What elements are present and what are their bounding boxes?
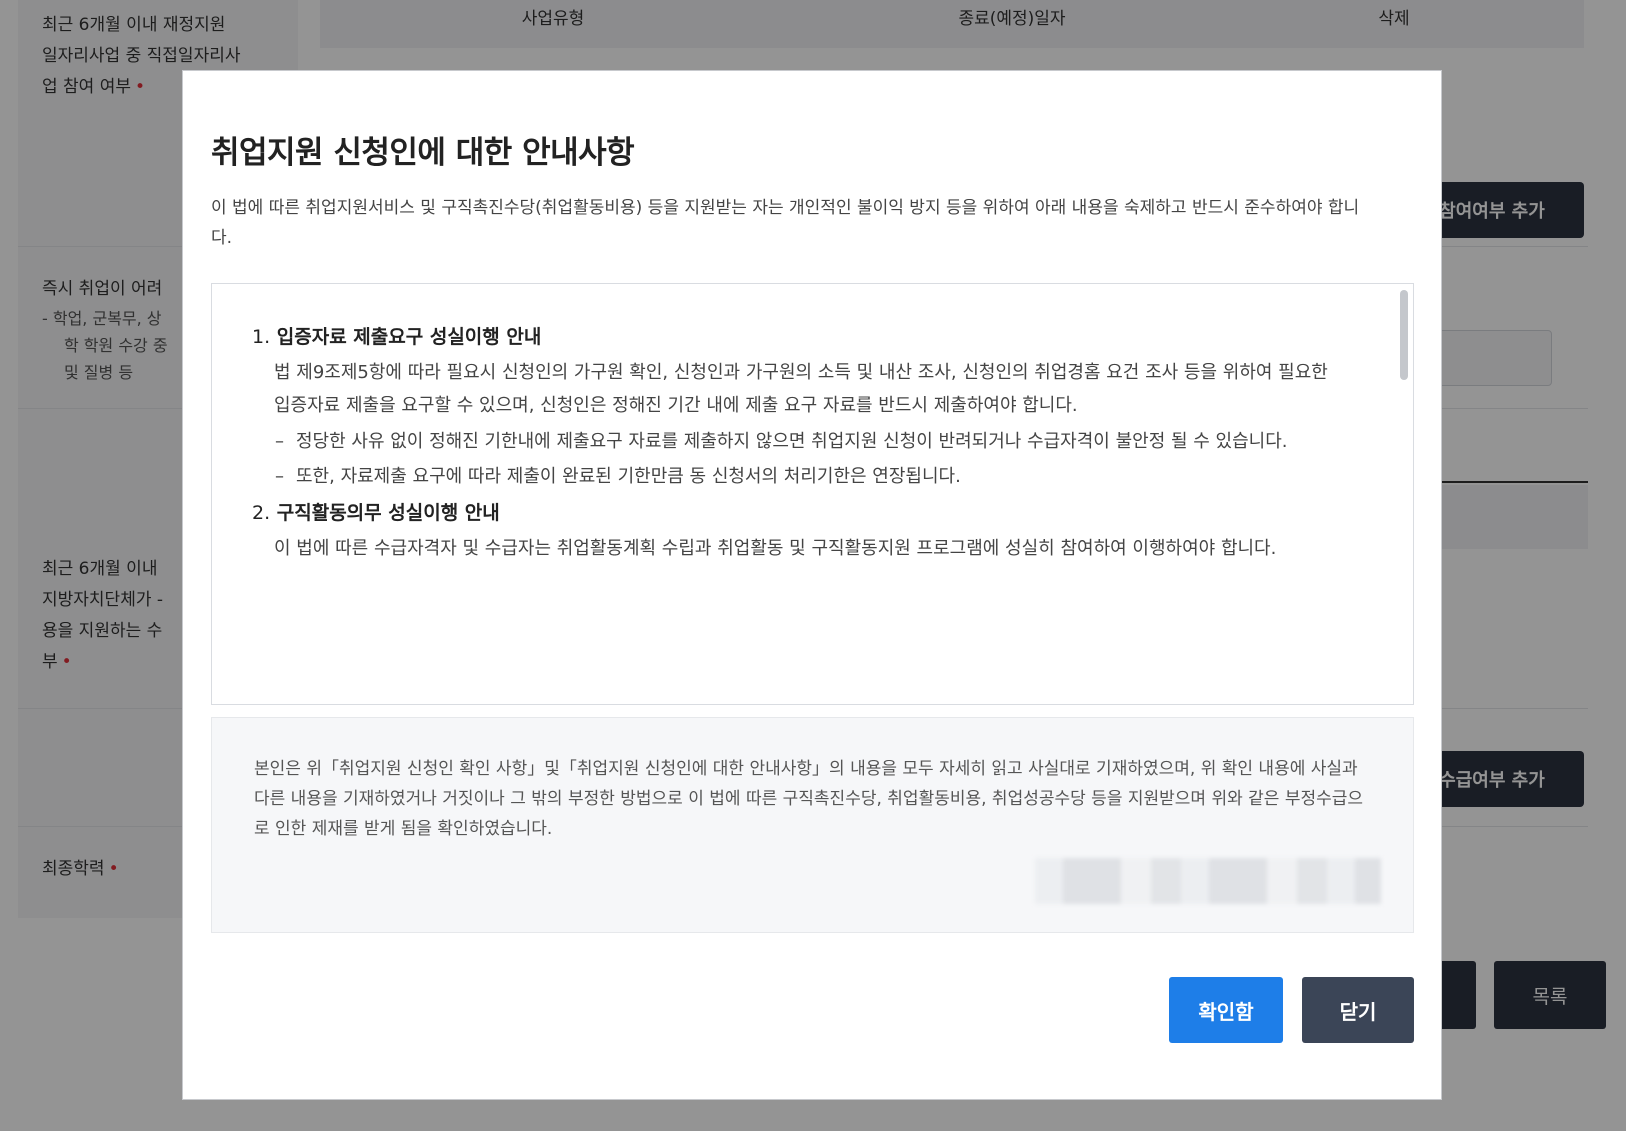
section-number: 1.	[252, 326, 271, 348]
bullet-text: 또한, 자료제출 요구에 따라 제출이 완료된 기한만큼 동 신청서의 처리기한…	[296, 466, 961, 487]
confirmation-statement: 본인은 위「취업지원 신청인 확인 사항」및「취업지원 신청인에 대한 안내사항…	[254, 759, 1364, 839]
modal-title: 취업지원 신청인에 대한 안내사항	[211, 135, 635, 171]
confirmation-box: 본인은 위「취업지원 신청인 확인 사항」및「취업지원 신청인에 대한 안내사항…	[211, 717, 1414, 933]
section-bullet: – 또한, 자료제출 요구에 따라 제출이 완료된 기한만큼 동 신청서의 처리…	[275, 461, 1337, 492]
close-button[interactable]: 닫기	[1302, 977, 1414, 1043]
notice-scroll-box[interactable]: 1. 입증자료 제출요구 성실이행 안내 법 제9조제5항에 따라 필요시 신청…	[211, 283, 1414, 705]
confirm-button[interactable]: 확인함	[1169, 977, 1283, 1043]
section-title: 입증자료 제출요구 성실이행 안내	[276, 326, 542, 348]
notice-content: 1. 입증자료 제출요구 성실이행 안내 법 제9조제5항에 따라 필요시 신청…	[252, 322, 1337, 569]
bullet-dash: –	[275, 431, 284, 452]
section-heading: 2. 구직활동의무 성실이행 안내	[252, 498, 1337, 528]
section-title: 구직활동의무 성실이행 안내	[276, 502, 500, 524]
bullet-dash: –	[275, 466, 284, 487]
modal-intro: 이 법에 따른 취업지원서비스 및 구직촉진수당(취업활동비용) 등을 지원받는…	[211, 198, 1360, 248]
section-body: 이 법에 따른 수급자격자 및 수급자는 취업활동계획 수립과 취업활동 및 구…	[274, 538, 1277, 559]
scrollbar-thumb[interactable]	[1400, 290, 1408, 380]
section-bullet: – 정당한 사유 없이 정해진 기한내에 제출요구 자료를 제출하지 않으면 취…	[275, 426, 1337, 457]
section-number: 2.	[252, 502, 271, 524]
section-heading: 1. 입증자료 제출요구 성실이행 안내	[252, 322, 1337, 352]
bullet-text: 정당한 사유 없이 정해진 기한내에 제출요구 자료를 제출하지 않으면 취업지…	[296, 431, 1288, 452]
notice-modal: 취업지원 신청인에 대한 안내사항 이 법에 따른 취업지원서비스 및 구직촉진…	[182, 70, 1442, 1100]
blurred-signature	[1035, 858, 1381, 904]
section-body: 법 제9조제5항에 따라 필요시 신청인의 가구원 확인, 신청인과 가구원의 …	[274, 362, 1328, 416]
